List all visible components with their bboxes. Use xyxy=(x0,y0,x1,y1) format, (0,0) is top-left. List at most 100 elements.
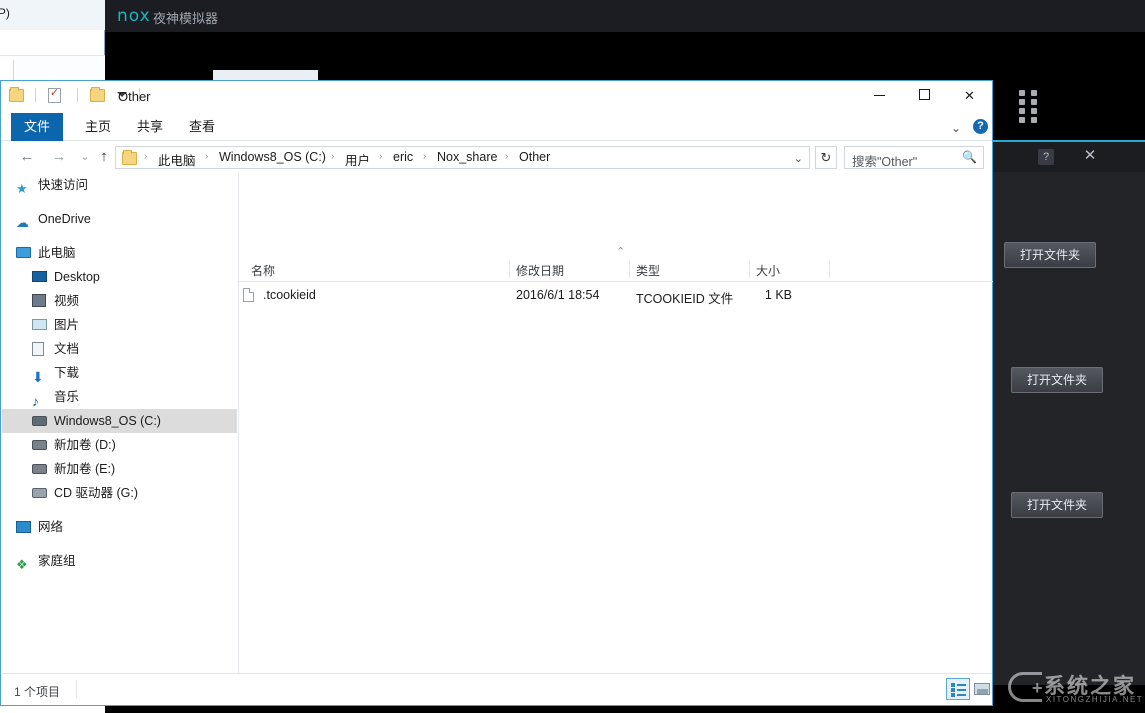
breadcrumb-item-3[interactable]: eric xyxy=(393,150,413,164)
refresh-button[interactable]: ↻ xyxy=(815,146,837,169)
sidebar-item-label: 新加卷 (D:) xyxy=(54,438,116,452)
sidebar-item-0[interactable]: ★ 快速访问 xyxy=(2,173,237,197)
table-row[interactable]: .tcookieid 2016/6/1 18:54 TCOOKIEID 文件 1… xyxy=(239,285,993,307)
sidebar-item-8[interactable]: ♪ 音乐 xyxy=(2,385,237,409)
column-header-type[interactable]: 类型 xyxy=(636,262,660,279)
large-icons-view-icon[interactable] xyxy=(970,678,994,700)
sidebar-item-label: 文档 xyxy=(54,342,80,356)
help-icon[interactable]: ? xyxy=(1038,149,1054,165)
item-count-label: 1 个项目 xyxy=(14,685,61,699)
sidebar-item-4[interactable]: 视频 xyxy=(2,289,237,313)
drive-icon xyxy=(32,464,47,474)
properties-icon[interactable] xyxy=(47,86,61,104)
column-header-name[interactable]: 名称 xyxy=(251,262,275,279)
sidebar-item-12[interactable]: CD 驱动器 (G:) xyxy=(2,481,237,505)
nox-logo: nox xyxy=(117,6,151,26)
chevron-down-icon[interactable]: ⌄ xyxy=(951,121,961,135)
explorer-titlebar: Other ✕ xyxy=(1,81,992,113)
new-folder-icon[interactable] xyxy=(89,87,105,103)
nox-app-title: 夜神模拟器 xyxy=(153,11,219,26)
details-view-icon[interactable] xyxy=(946,678,970,700)
nox-panel-titlebar: ? ✕ xyxy=(993,142,1145,172)
star-icon: ★ xyxy=(16,181,28,196)
sidebar-item-label: Desktop xyxy=(54,270,100,284)
file-list-pane[interactable]: ⌃ 名称 修改日期 类型 大小 .tcookieid 2016/6/1 18:5… xyxy=(238,173,993,673)
nox-titlebar: nox 夜神模拟器 xyxy=(105,0,1145,32)
column-divider-2[interactable] xyxy=(629,261,630,278)
minimize-button[interactable] xyxy=(857,81,902,111)
file-explorer-window: Other ✕ 文件 主页 共享 查看 ⌄ ? ← → ⌄ ↑ › 此电脑 › … xyxy=(0,80,993,706)
tab-share[interactable]: 共享 xyxy=(125,113,175,141)
tab-file[interactable]: 文件 xyxy=(11,113,63,141)
nox-share-panel: ? ✕ 打开文件夹 打开文件夹 打开文件夹 xyxy=(993,140,1145,685)
sidebar-item-label: 家庭组 xyxy=(38,554,76,568)
sidebar-item-11[interactable]: 新加卷 (E:) xyxy=(2,457,237,481)
large-icons-view-glyph xyxy=(974,683,990,695)
folder-icon[interactable] xyxy=(9,87,24,103)
column-header-date[interactable]: 修改日期 xyxy=(516,262,564,279)
music-icon: ♪ xyxy=(32,393,39,409)
forward-button[interactable]: → xyxy=(49,147,69,167)
up-button[interactable]: ↑ xyxy=(94,147,114,167)
cd-drive-icon xyxy=(32,488,47,498)
open-folder-button-3[interactable]: 打开文件夹 xyxy=(1011,492,1103,518)
open-folder-button-2[interactable]: 打开文件夹 xyxy=(1011,367,1103,393)
breadcrumb-item-1[interactable]: Windows8_OS (C:) xyxy=(219,150,326,164)
file-date-modified: 2016/6/1 18:54 xyxy=(516,288,600,302)
file-type: TCOOKIEID 文件 xyxy=(636,292,734,306)
tab-home[interactable]: 主页 xyxy=(73,113,123,141)
sidebar-item-2[interactable]: 此电脑 xyxy=(2,241,237,265)
search-input[interactable]: 搜索"Other" 🔍 xyxy=(844,146,984,169)
sidebar-item-14[interactable]: ❖ 家庭组 xyxy=(2,549,237,573)
watermark-subtitle: XITONGZHIJIA.NET xyxy=(1046,695,1144,704)
column-divider-4[interactable] xyxy=(829,261,830,278)
column-divider-1[interactable] xyxy=(509,261,510,278)
breadcrumb-item-4[interactable]: Nox_share xyxy=(437,150,497,164)
sidebar-item-10[interactable]: 新加卷 (D:) xyxy=(2,433,237,457)
homegroup-icon: ❖ xyxy=(16,557,28,572)
sidebar-item-1[interactable]: ☁ OneDrive xyxy=(2,207,237,231)
open-folder-button-1[interactable]: 打开文件夹 xyxy=(1004,242,1096,268)
breadcrumb-item-5[interactable]: Other xyxy=(519,150,550,164)
sidebar-item-label: 此电脑 xyxy=(38,246,76,260)
qat-divider-2 xyxy=(77,87,79,102)
breadcrumb-item-2[interactable]: 用户 xyxy=(345,150,370,169)
search-icon[interactable]: 🔍 xyxy=(962,150,977,164)
grip-dots-icon[interactable] xyxy=(1019,90,1043,124)
sidebar-item-3[interactable]: Desktop xyxy=(2,265,237,289)
sidebar-item-label: 图片 xyxy=(54,318,80,332)
address-dropdown-icon[interactable]: ⌄ xyxy=(794,152,803,165)
help-icon[interactable]: ? xyxy=(973,119,988,134)
folder-icon xyxy=(122,150,137,165)
column-divider-3[interactable] xyxy=(749,261,750,278)
documents-icon xyxy=(32,342,44,356)
navigation-pane[interactable]: ★ 快速访问 ☁ OneDrive 此电脑 Desktop 视频图片文档 ⬇ 下载 ♪ 音乐 Wind… xyxy=(2,173,237,673)
file-name[interactable]: .tcookieid xyxy=(263,288,316,302)
sidebar-item-13[interactable]: 网络 xyxy=(2,515,237,539)
breadcrumb-item-0[interactable]: 此电脑 xyxy=(158,150,196,169)
computer-icon xyxy=(16,247,31,258)
sidebar-item-9[interactable]: Windows8_OS (C:) xyxy=(2,409,237,433)
watermark: + 系统之家 XITONGZHIJIA.NET xyxy=(1006,668,1145,713)
sidebar-item-5[interactable]: 图片 xyxy=(2,313,237,337)
sidebar-item-7[interactable]: ⬇ 下载 xyxy=(2,361,237,385)
background-window-menu[interactable]: 件(F) ▼ 打印(P) xyxy=(0,4,22,21)
close-icon[interactable]: ✕ xyxy=(1081,147,1099,165)
drive-system-icon xyxy=(32,416,47,426)
background-menu-item-2[interactable]: 打印(P) xyxy=(0,6,10,20)
close-button[interactable]: ✕ xyxy=(947,81,992,111)
sidebar-item-6[interactable]: 文档 xyxy=(2,337,237,361)
file-size: 1 KB xyxy=(764,288,792,302)
tab-view[interactable]: 查看 xyxy=(177,113,227,141)
status-divider xyxy=(76,680,77,698)
back-button[interactable]: ← xyxy=(17,147,37,167)
background-window-toolbar xyxy=(0,55,105,81)
breadcrumb[interactable]: › 此电脑 › Windows8_OS (C:) › 用户 › eric › N… xyxy=(115,146,810,169)
recent-locations-button[interactable]: ⌄ xyxy=(75,147,95,167)
maximize-button[interactable] xyxy=(902,81,947,111)
file-icon xyxy=(243,288,254,302)
column-header-size[interactable]: 大小 xyxy=(756,262,780,279)
ribbon-tabbar: 文件 主页 共享 查看 ⌄ xyxy=(1,113,992,141)
sidebar-item-label: 视频 xyxy=(54,294,80,308)
screen: nox 夜神模拟器 件(F) ▼ 打印(P) 文 38 ? ✕ 打开文件夹 打开… xyxy=(0,0,1145,713)
